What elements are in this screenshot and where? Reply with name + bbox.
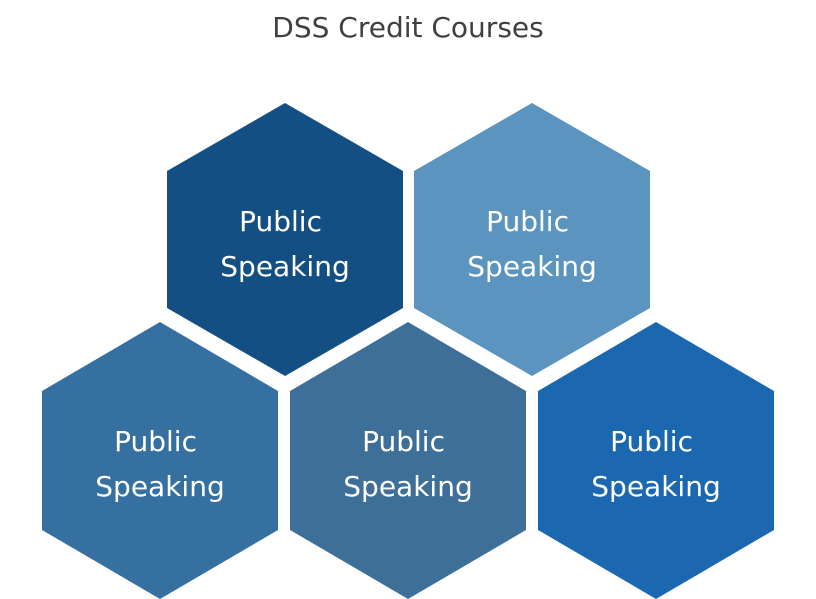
- hexagon-diagram: Public Speaking Public Speaking Public S…: [42, 103, 774, 599]
- hexagon-label-line2: Speaking: [591, 470, 720, 503]
- hexagon-label-line2: Speaking: [95, 470, 224, 503]
- hexagon-4: Public Speaking: [290, 322, 526, 599]
- hexagon-1: Public Speaking: [167, 103, 403, 376]
- hexagon-label-line1: Public: [114, 425, 197, 458]
- hexagon-label-line2: Speaking: [343, 470, 472, 503]
- hexagon-shape: [42, 322, 278, 599]
- hexagon-label-line1: Public: [610, 425, 693, 458]
- hexagon-shape: [290, 322, 526, 599]
- hexagon-label-line1: Public: [362, 425, 445, 458]
- hexagon-2: Public Speaking: [414, 103, 650, 376]
- hexagon-label-line2: Speaking: [220, 250, 349, 283]
- diagram-page: DSS Credit Courses Public Speaking Publi…: [0, 0, 816, 599]
- hexagon-3: Public Speaking: [42, 322, 278, 599]
- hexagon-label-line1: Public: [486, 205, 569, 238]
- hexagon-label-line1: Public: [239, 205, 322, 238]
- hexagon-5: Public Speaking: [538, 322, 774, 599]
- hexagon-label-line2: Speaking: [467, 250, 596, 283]
- hexagon-shape: [538, 322, 774, 599]
- hexagon-shape: [167, 103, 403, 376]
- hexagon-shape: [414, 103, 650, 376]
